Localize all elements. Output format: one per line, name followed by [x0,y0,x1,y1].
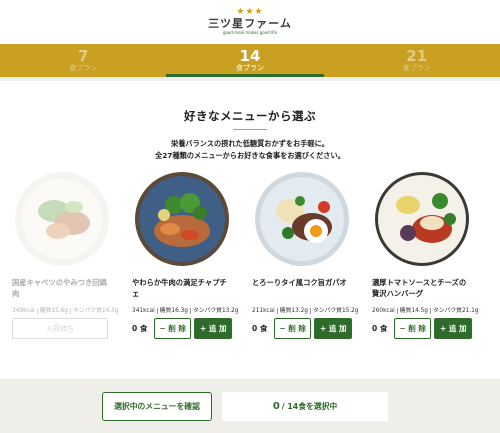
logo-name[interactable]: 三ツ星ファーム [208,17,292,30]
tab-plan-21[interactable]: 21 食プラン [333,44,500,77]
tab-plan-14[interactable]: 14 食プラン [167,44,334,77]
remove-button[interactable]: − 削 除 [393,318,432,339]
site-header: ★★★ 三ツ星ファーム good meal makes good life [0,0,500,44]
divider [0,77,500,81]
restock-wait-button: 入荷待ち [12,318,108,339]
menu-name: やわらか牛肉の満足チャプチェ [132,278,227,298]
description-line: 栄養バランスの摂れた低糖質おかずをお手軽に。 [171,139,329,148]
quantity-controls: 0 食 − 削 除 + 追 加 [132,318,232,339]
menu-card: 濃厚トマトソースとチーズの贅沢ハンバーグ 260kcal 糖質14.5g タンパク質… [372,167,479,339]
add-button[interactable]: + 追 加 [314,318,352,339]
plan-tabs: 7 食プラン 14 食プラン 21 食プラン [0,44,500,77]
plan-label: 食プラン [236,64,264,72]
tab-plan-7[interactable]: 7 食プラン [0,44,167,77]
selected-count: 0 食 [132,324,148,333]
add-button[interactable]: + 追 加 [194,318,232,339]
selected-count-suffix: / 14食を選択中 [281,401,338,411]
protein: タンパク質21.1g [432,308,479,314]
protein: タンパク質13.2g [192,308,239,314]
remove-button[interactable]: − 削 除 [153,318,192,339]
sugar: 糖質13.2g [279,308,308,314]
sugar: 糖質16.3g [159,308,188,314]
menu-photo[interactable] [14,171,110,267]
kcal: 341kcal [132,308,155,314]
menu-card: やわらか牛肉の満足チャプチェ 341kcal 糖質16.3g タンパク質13.2g … [132,167,239,339]
kcal: 260kcal [372,308,395,314]
menu-photo[interactable] [254,171,350,267]
add-button[interactable]: + 追 加 [434,318,472,339]
logo-stars: ★★★ [236,7,264,17]
quantity-controls: 0 食 − 削 除 + 追 加 [252,318,352,339]
kcal: 349kcal [12,308,35,314]
selection-progress: 0 / 14食を選択中 [222,391,388,421]
confirm-selection-button[interactable]: 選択中のメニューを確認 [102,391,212,421]
kcal: 211kcal [252,308,275,314]
plan-number: 21 [406,47,428,65]
sugar: 糖質14.5g [399,308,428,314]
protein: タンパク質14.3g [72,308,119,314]
nutrition-info: 211kcal 糖質13.2g タンパク質15.2g [252,305,359,314]
selected-count: 0 食 [252,324,268,333]
description-line: 全27種類のメニューからお好きな食事をお選びください。 [155,151,345,160]
menu-card: 国産キャベツのやみつき回鍋肉 349kcal 糖質15.6g タンパク質14.3g … [12,167,119,339]
plan-label: 食プラン [402,64,431,72]
title-underline [233,129,267,130]
menu-photo[interactable] [374,171,470,267]
remove-button[interactable]: − 削 除 [273,318,312,339]
plan-number: 14 [239,47,261,65]
sugar: 糖質15.6g [39,308,68,314]
menu-photo[interactable] [134,171,230,267]
plan-label: 食プラン [69,64,98,72]
menu-name: とろーりタイ風コク旨ガパオ [252,278,347,287]
quantity-controls: 0 食 − 削 除 + 追 加 [372,318,472,339]
selected-count: 0 食 [372,324,388,333]
plan-number: 7 [78,47,89,65]
nutrition-info: 260kcal 糖質14.5g タンパク質21.1g [372,305,479,314]
logo-tagline: good meal makes good life [222,30,278,35]
section-description: 栄養バランスの摂れた低糖質おかずをお手軽に。 全27種類のメニューからお好きな食… [0,138,500,162]
menu-list: 国産キャベツのやみつき回鍋肉 349kcal 糖質15.6g タンパク質14.3g … [0,167,500,339]
menu-name: 濃厚トマトソースとチーズの贅沢ハンバーグ [372,278,467,298]
menu-name: 国産キャベツのやみつき回鍋肉 [12,278,107,298]
protein: タンパク質15.2g [312,308,359,314]
section-title: 好きなメニューから選ぶ [184,109,316,123]
menu-card: とろーりタイ風コク旨ガパオ 211kcal 糖質13.2g タンパク質15.2g 0… [252,167,359,339]
nutrition-info: 341kcal 糖質16.3g タンパク質13.2g [132,305,239,314]
selected-count-total: 0 [272,400,280,412]
nutrition-info: 349kcal 糖質15.6g タンパク質14.3g [12,305,119,314]
selection-footer: 選択中のメニューを確認 0 / 14食を選択中 [0,379,500,433]
